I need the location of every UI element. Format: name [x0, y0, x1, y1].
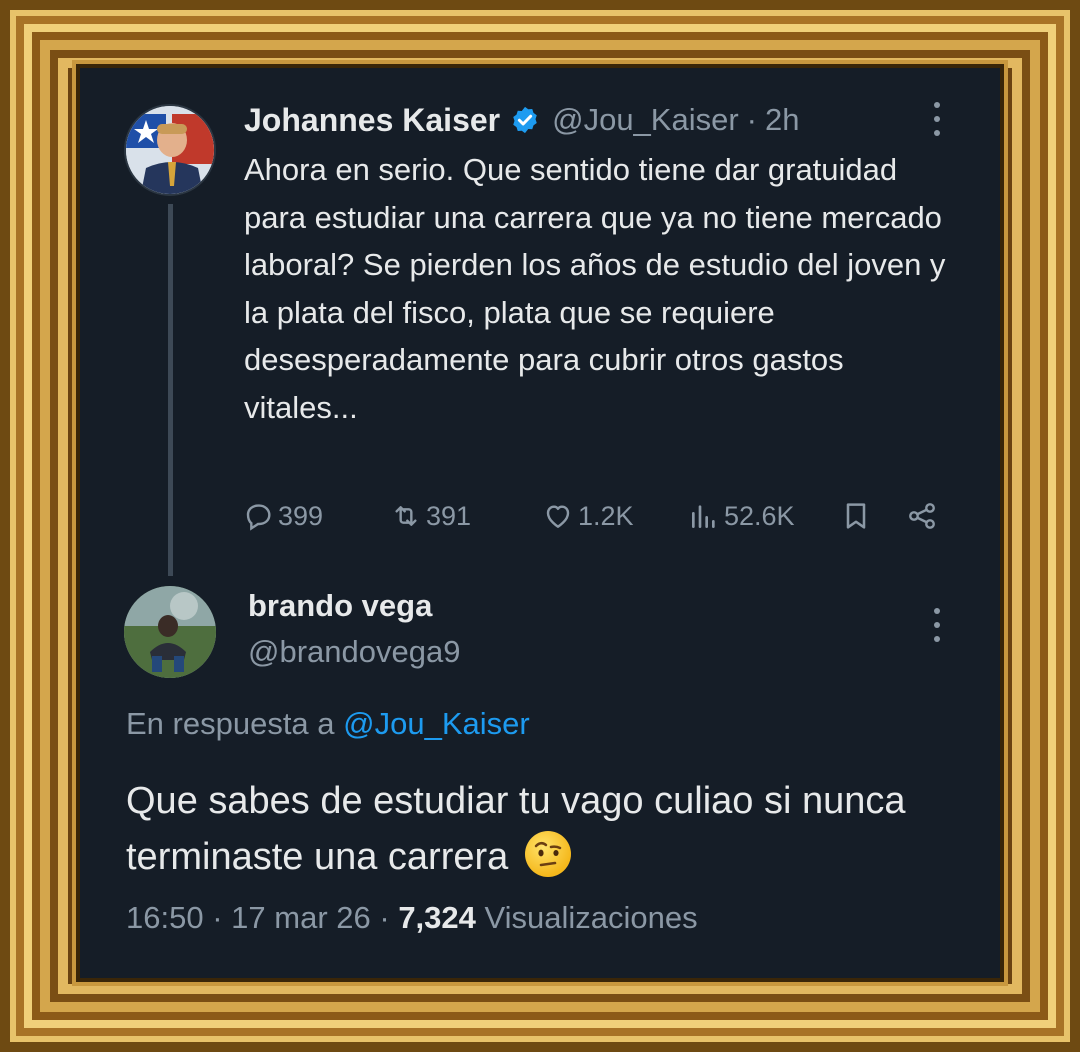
share-icon [909, 503, 935, 529]
like-count: 1.2K [578, 500, 634, 531]
views-count: 52.6K [724, 500, 795, 531]
views-button[interactable]: 52.6K [688, 496, 795, 536]
reply-views-label: Visualizaciones [484, 900, 698, 935]
main-author-name[interactable]: Johannes Kaiser [244, 102, 500, 139]
like-button[interactable]: 1.2K [542, 496, 634, 536]
more-options-icon[interactable] [932, 608, 942, 642]
face-with-raised-eyebrow-icon [524, 831, 571, 877]
reply-count: 399 [278, 500, 324, 531]
share-button[interactable] [906, 496, 942, 536]
separator-dot: · [746, 102, 757, 137]
separator-dot: · [212, 900, 223, 935]
bookmark-button[interactable] [840, 496, 876, 536]
reply-author-name[interactable]: brando vega [248, 588, 432, 624]
repost-button[interactable]: 391 [390, 496, 471, 536]
reply-author-handle[interactable]: @brandovega9 [248, 634, 460, 670]
separator-dot: · [379, 900, 390, 935]
main-tweet-text: Ahora en serio. Que sentido tiene dar gr… [244, 152, 946, 425]
main-author-handle[interactable]: @Jou_Kaiser [552, 102, 739, 138]
in-reply-to: En respuesta a @Jou_Kaiser [126, 706, 530, 742]
repost-count: 391 [426, 500, 472, 531]
reply-author-avatar[interactable] [124, 586, 216, 678]
reply-button[interactable]: 399 [242, 496, 323, 536]
in-reply-label: En respuesta a [126, 706, 335, 741]
in-reply-handle-link[interactable]: @Jou_Kaiser [343, 706, 530, 741]
reply-date[interactable]: 17 mar 26 [231, 900, 371, 935]
reply-meta: 16:50 · 17 mar 26 · 7,324 Visualizacione… [126, 900, 698, 936]
reply-icon [246, 504, 271, 531]
main-tweet-time[interactable]: 2h [765, 102, 799, 138]
reply-tweet-text: Que sabes de estudiar tu vago culiao si … [126, 773, 966, 885]
main-tweet-header: Johannes Kaiser @Jou_Kaiser · 2h [244, 100, 799, 140]
repost-icon [395, 506, 417, 526]
reply-views-count: 7,324 [398, 900, 476, 935]
heart-icon [546, 505, 570, 528]
tweet-actions-bar: 399 391 1.2K 52.6K [242, 496, 962, 536]
analytics-icon [692, 505, 715, 528]
more-options-icon[interactable] [932, 102, 942, 136]
reply-time[interactable]: 16:50 [126, 900, 204, 935]
verified-badge-icon [513, 106, 537, 134]
main-author-avatar[interactable] [124, 104, 216, 196]
thread-connector [168, 204, 173, 576]
reply-text-body: Que sabes de estudiar tu vago culiao si … [126, 780, 906, 878]
bookmark-icon [846, 503, 866, 529]
tweet-thread: Johannes Kaiser @Jou_Kaiser · 2h Ahora e… [80, 68, 1000, 978]
